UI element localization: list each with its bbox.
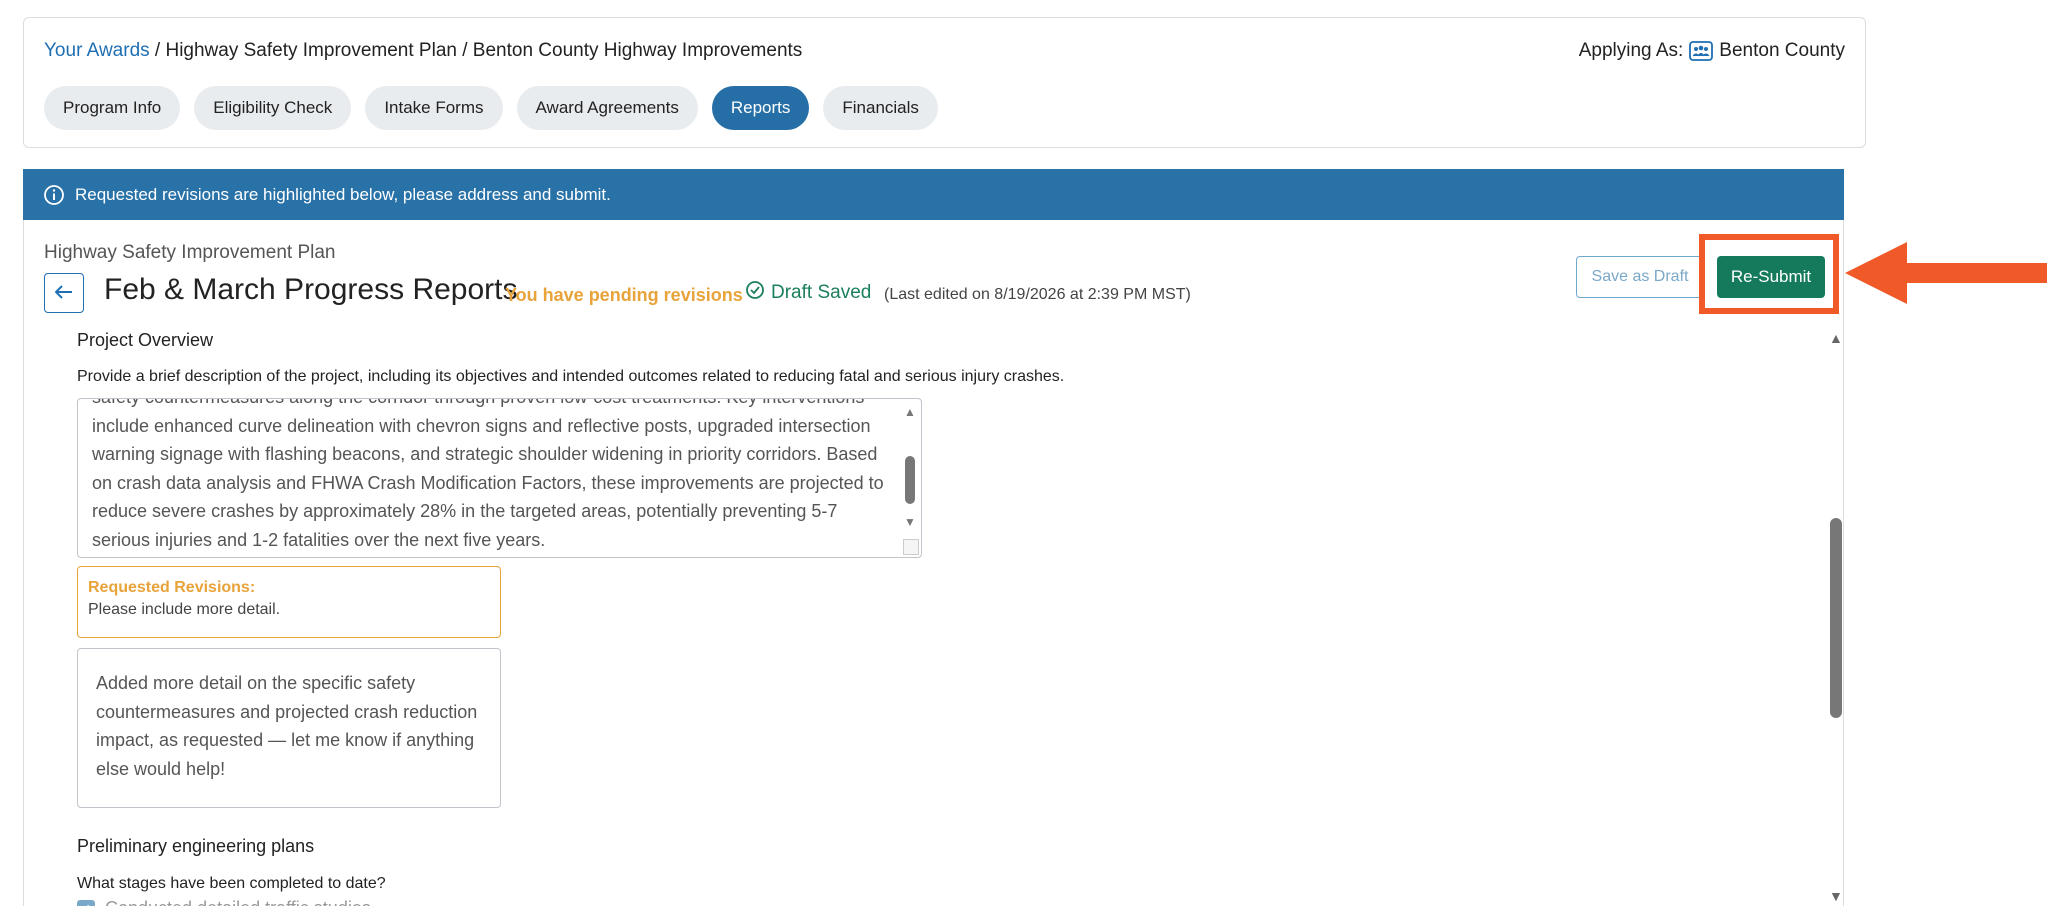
scroll-up-icon[interactable]: ▲	[1829, 330, 1843, 346]
tab-bar: Program Info Eligibility Check Intake Fo…	[44, 86, 938, 130]
revisions-banner: Requested revisions are highlighted belo…	[23, 169, 1844, 220]
report-form[interactable]: Project Overview Provide a brief descrip…	[77, 330, 1817, 906]
report-panel: Highway Safety Improvement Plan Feb & Ma…	[23, 220, 1844, 906]
check-circle-icon	[745, 280, 765, 306]
breadcrumb-project: Benton County Highway Improvements	[472, 40, 803, 61]
applying-as: Applying As: Benton County	[1579, 40, 1845, 62]
tab-eligibility-check[interactable]: Eligibility Check	[194, 86, 352, 130]
organization-icon	[1689, 41, 1714, 61]
header-card: Your Awards / Highway Safety Improvement…	[23, 17, 1866, 148]
scroll-down-icon[interactable]: ▼	[904, 515, 916, 529]
page-scrollbar[interactable]: ▲ ▼	[1826, 330, 1844, 906]
page: Your Awards / Highway Safety Improvement…	[0, 0, 2047, 906]
page-title: Feb & March Progress Reports	[104, 273, 518, 306]
breadcrumb-program: Highway Safety Improvement Plan	[165, 40, 457, 61]
breadcrumb: Your Awards / Highway Safety Improvement…	[44, 40, 802, 62]
checkbox-row-traffic-studies[interactable]: ✓ Conducted detailed traffic studies	[77, 898, 371, 906]
question-project-description: Provide a brief description of the proje…	[77, 368, 1065, 385]
last-edited-timestamp: (Last edited on 8/19/2026 at 2:39 PM MST…	[884, 286, 1191, 303]
breadcrumb-separator: /	[154, 40, 161, 61]
scroll-down-icon[interactable]: ▼	[1829, 888, 1843, 904]
tab-intake-forms[interactable]: Intake Forms	[365, 86, 503, 130]
arrow-left-icon	[54, 284, 73, 302]
draft-saved-status: Draft Saved	[745, 280, 871, 306]
tab-reports[interactable]: Reports	[711, 86, 810, 130]
breadcrumb-your-awards-link[interactable]: Your Awards	[44, 40, 150, 61]
back-button[interactable]	[44, 273, 84, 313]
tab-award-agreements[interactable]: Award Agreements	[516, 86, 698, 130]
pending-revisions-status: You have pending revisions	[505, 285, 743, 305]
checkbox-label: Conducted detailed traffic studies	[105, 898, 371, 906]
resize-grip-icon[interactable]	[903, 539, 919, 555]
applying-as-label: Applying As:	[1578, 40, 1684, 61]
scroll-up-icon[interactable]: ▲	[904, 405, 916, 419]
tab-program-info[interactable]: Program Info	[44, 86, 181, 130]
checkbox-checked-icon[interactable]: ✓	[77, 899, 95, 906]
banner-text: Requested revisions are highlighted belo…	[75, 184, 611, 204]
tab-financials[interactable]: Financials	[823, 86, 938, 130]
textarea-scrollbar[interactable]: ▲ ▼	[899, 399, 921, 557]
program-name: Highway Safety Improvement Plan	[44, 242, 336, 263]
section-title-project-overview: Project Overview	[77, 330, 214, 350]
project-description-text: safety countermeasures along the corrido…	[92, 399, 884, 550]
save-as-draft-button[interactable]: Save as Draft	[1576, 256, 1704, 298]
section-title-engineering-plans: Preliminary engineering plans	[77, 836, 315, 856]
annotation-arrow-icon	[1845, 242, 2047, 304]
applying-as-org: Benton County	[1719, 40, 1845, 61]
requested-revisions-label: Requested Revisions:	[88, 579, 256, 596]
draft-saved-label: Draft Saved	[771, 282, 872, 303]
breadcrumb-separator: /	[462, 40, 468, 61]
requested-revisions-text: Please include more detail.	[88, 601, 281, 618]
project-description-textarea[interactable]: safety countermeasures along the corrido…	[77, 398, 922, 558]
revision-response-textarea[interactable]: Added more detail on the specific safety…	[77, 648, 501, 808]
resubmit-button[interactable]: Re-Submit	[1717, 256, 1825, 298]
requested-revisions-box: Requested Revisions: Please include more…	[77, 566, 501, 638]
scrollbar-thumb[interactable]	[1830, 518, 1842, 718]
info-icon	[43, 184, 65, 206]
question-completed-stages: What stages have been completed to date?	[77, 875, 386, 892]
scrollbar-thumb[interactable]	[905, 456, 915, 504]
